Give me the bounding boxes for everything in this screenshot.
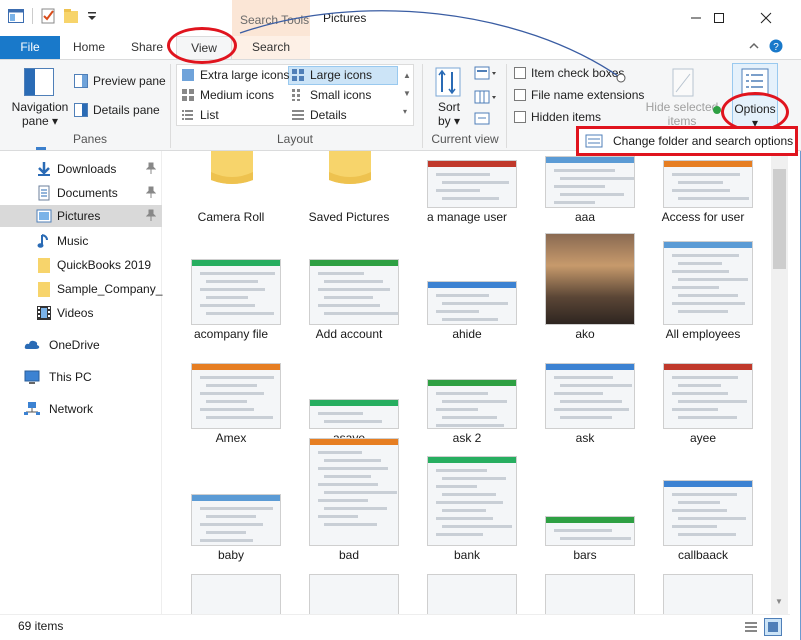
change-folder-options-item[interactable]: Change folder and search options [613, 134, 793, 148]
folder-options-icon [585, 134, 603, 148]
options-dropdown-menu: Change folder and search options [576, 126, 798, 156]
annotation-overlay [239, 10, 721, 114]
view-tab-highlight-ring [167, 27, 237, 64]
file-explorer-window: Search Tools Pictures File Home Share Vi… [0, 0, 801, 640]
